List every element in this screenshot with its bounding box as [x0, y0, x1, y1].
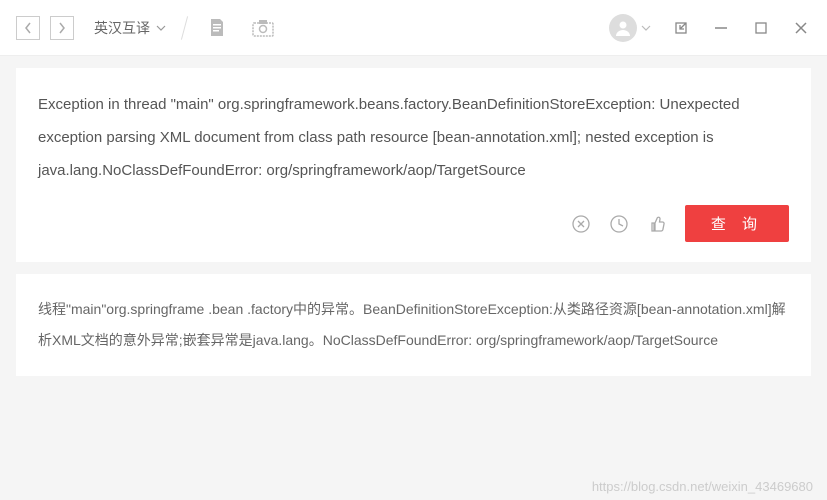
document-icon — [208, 18, 226, 38]
document-button[interactable] — [203, 14, 231, 42]
translation-mode-select[interactable]: 英汉互译 — [94, 18, 166, 38]
minimize-button[interactable] — [711, 18, 731, 38]
query-button[interactable]: 查 询 — [685, 205, 789, 242]
divider — [181, 16, 188, 39]
history-icon — [609, 214, 629, 234]
maximize-icon — [754, 21, 768, 35]
output-panel: 线程"main"org.springframe .bean .factory中的… — [16, 274, 811, 376]
source-text[interactable]: Exception in thread "main" org.springfra… — [38, 88, 789, 187]
thumbs-up-icon — [647, 214, 667, 234]
popout-button[interactable] — [671, 18, 691, 38]
chevron-down-icon — [156, 25, 166, 31]
history-button[interactable] — [609, 214, 629, 234]
avatar-icon — [609, 14, 637, 42]
user-menu[interactable] — [609, 14, 651, 42]
maximize-button[interactable] — [751, 18, 771, 38]
toolbar: 英汉互译 — [0, 0, 827, 56]
popout-icon — [673, 20, 689, 36]
mode-label: 英汉互译 — [94, 18, 150, 38]
chevron-down-icon — [641, 25, 651, 31]
chevron-right-icon — [57, 22, 67, 34]
minimize-icon — [714, 21, 728, 35]
action-row: 查 询 — [38, 205, 789, 242]
toolbar-right — [609, 14, 811, 42]
like-button[interactable] — [647, 214, 667, 234]
chevron-left-icon — [23, 22, 33, 34]
close-button[interactable] — [791, 18, 811, 38]
camera-button[interactable] — [249, 14, 277, 42]
input-panel: Exception in thread "main" org.springfra… — [16, 68, 811, 262]
camera-icon — [252, 19, 274, 37]
clear-icon — [571, 214, 591, 234]
forward-button[interactable] — [50, 16, 74, 40]
watermark: https://blog.csdn.net/weixin_43469680 — [592, 479, 813, 494]
back-button[interactable] — [16, 16, 40, 40]
clear-button[interactable] — [571, 214, 591, 234]
close-icon — [794, 21, 808, 35]
translation-text: 线程"main"org.springframe .bean .factory中的… — [38, 294, 789, 356]
